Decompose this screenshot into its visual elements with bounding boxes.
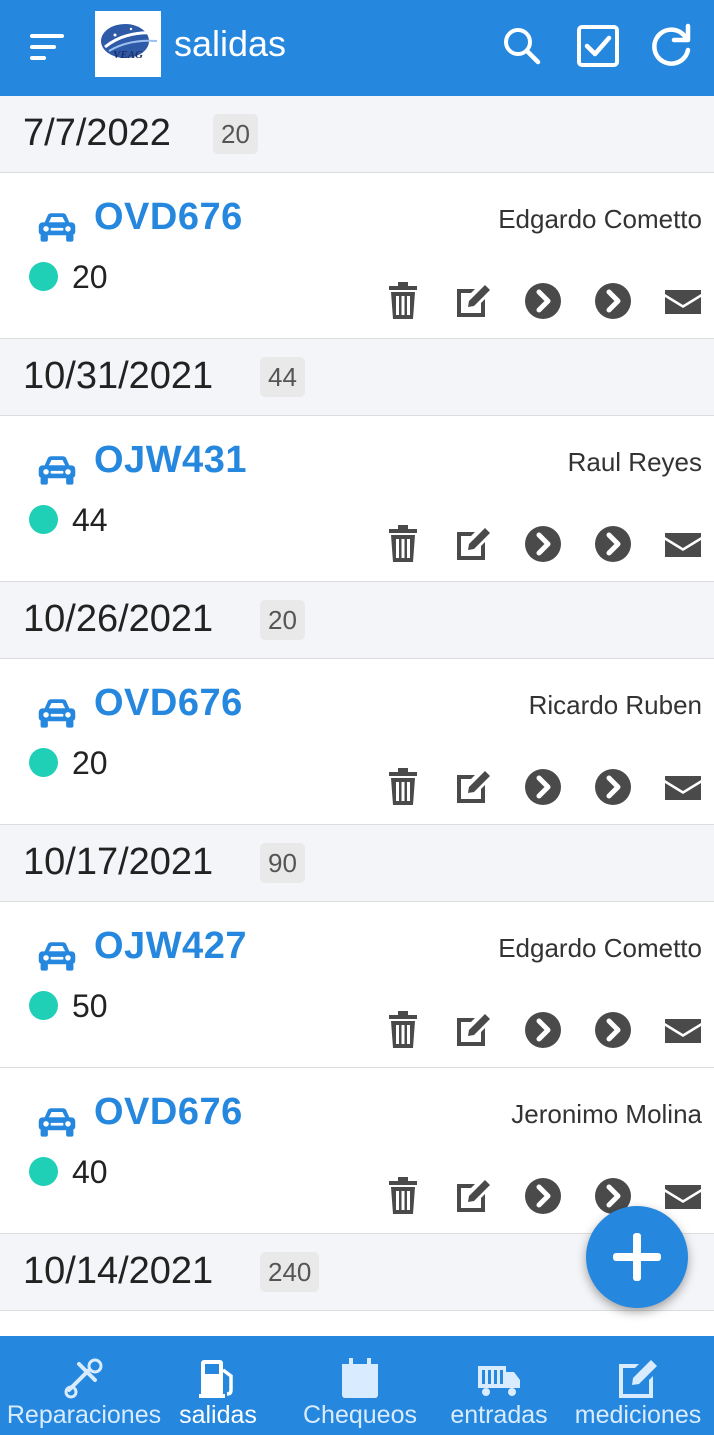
chevron-circle-icon[interactable] bbox=[523, 281, 563, 321]
envelope-icon[interactable] bbox=[663, 281, 703, 321]
vehicle-plate: OVD676 bbox=[94, 682, 243, 724]
bottom-navigation: Reparaciones salidas Chequeos entradas medic… bbox=[0, 1336, 714, 1435]
vehicle-plate: OJW427 bbox=[94, 925, 247, 967]
nav-tab-mediciones[interactable]: mediciones bbox=[562, 1336, 714, 1435]
top-app-bar: VEAG salidas bbox=[0, 0, 714, 96]
chevron-circle-icon[interactable] bbox=[593, 1010, 633, 1050]
status-dot bbox=[29, 1157, 58, 1186]
chevron-circle-icon[interactable] bbox=[523, 1176, 563, 1216]
chevron-circle-icon[interactable] bbox=[523, 1010, 563, 1050]
nav-tab-entradas[interactable]: entradas bbox=[440, 1336, 558, 1435]
date-group-header: 7/7/2022 20 bbox=[0, 96, 714, 173]
nav-tab-label: Reparaciones bbox=[6, 1401, 162, 1429]
quantity-value: 50 bbox=[72, 988, 108, 1024]
chevron-circle-icon[interactable] bbox=[593, 524, 633, 564]
nav-tab-label: salidas bbox=[179, 1401, 257, 1429]
nav-tab-label: Chequeos bbox=[303, 1401, 417, 1429]
plus-icon bbox=[613, 1233, 661, 1281]
group-date: 10/14/2021 bbox=[23, 1250, 214, 1292]
quantity-value: 44 bbox=[72, 502, 108, 538]
trash-icon[interactable] bbox=[383, 767, 423, 807]
chevron-circle-icon[interactable] bbox=[523, 524, 563, 564]
envelope-icon[interactable] bbox=[663, 1010, 703, 1050]
car-icon bbox=[38, 456, 76, 485]
refresh-icon[interactable] bbox=[647, 22, 695, 70]
truck-icon bbox=[478, 1366, 520, 1396]
car-icon bbox=[38, 942, 76, 971]
driver-name: Edgardo Cometto bbox=[498, 204, 702, 234]
trash-icon[interactable] bbox=[383, 1010, 423, 1050]
app-logo: VEAG bbox=[95, 11, 161, 77]
chevron-circle-icon[interactable] bbox=[523, 767, 563, 807]
logo-text: VEAG bbox=[113, 49, 143, 61]
add-button[interactable] bbox=[586, 1206, 688, 1308]
status-dot bbox=[29, 748, 58, 777]
chevron-circle-icon[interactable] bbox=[593, 767, 633, 807]
nav-tab-label: mediciones bbox=[574, 1401, 702, 1429]
trash-icon[interactable] bbox=[383, 1176, 423, 1216]
calendar-icon bbox=[342, 1358, 378, 1398]
quantity-value: 20 bbox=[72, 745, 108, 781]
envelope-icon[interactable] bbox=[663, 767, 703, 807]
list-item[interactable]: OVD676 Edgardo Cometto 20 bbox=[0, 173, 714, 339]
vehicle-plate: OJW431 bbox=[94, 439, 247, 481]
checkbox-icon[interactable] bbox=[574, 22, 622, 70]
group-count-badge: 240 bbox=[260, 1252, 320, 1292]
edit-icon[interactable] bbox=[453, 1176, 493, 1216]
status-dot bbox=[29, 505, 58, 534]
edit-icon[interactable] bbox=[453, 281, 493, 321]
date-group-header: 10/31/2021 44 bbox=[0, 339, 714, 416]
trash-icon[interactable] bbox=[383, 281, 423, 321]
driver-name: Raul Reyes bbox=[567, 447, 702, 477]
quantity-value: 40 bbox=[72, 1154, 108, 1190]
trash-icon[interactable] bbox=[383, 524, 423, 564]
group-date: 10/31/2021 bbox=[23, 355, 214, 397]
date-group-header: 10/26/2021 20 bbox=[0, 582, 714, 659]
driver-name: Edgardo Cometto bbox=[498, 933, 702, 963]
list-item[interactable]: OVD676 Ricardo Ruben 20 bbox=[0, 659, 714, 825]
status-dot bbox=[29, 991, 58, 1020]
group-date: 10/26/2021 bbox=[23, 598, 214, 640]
group-count-badge: 90 bbox=[260, 843, 305, 883]
search-icon[interactable] bbox=[498, 22, 546, 70]
page-title: salidas bbox=[174, 23, 287, 64]
nav-tab-chequeos[interactable]: Chequeos bbox=[290, 1336, 430, 1435]
vehicle-plate: OVD676 bbox=[94, 196, 243, 238]
nav-tab-reparaciones[interactable]: Reparaciones bbox=[0, 1336, 168, 1435]
vehicle-plate: OVD676 bbox=[94, 1091, 243, 1133]
car-icon bbox=[38, 213, 76, 242]
quantity-value: 20 bbox=[72, 259, 108, 295]
edit-icon[interactable] bbox=[453, 767, 493, 807]
group-count-badge: 20 bbox=[213, 114, 258, 154]
status-dot bbox=[29, 262, 58, 291]
driver-name: Jeronimo Molina bbox=[511, 1099, 702, 1129]
date-group-header: 10/17/2021 90 bbox=[0, 825, 714, 902]
envelope-icon[interactable] bbox=[663, 524, 703, 564]
group-count-badge: 44 bbox=[260, 357, 305, 397]
exit-list: 7/7/2022 20 OVD676 Edgardo Cometto 20 10/31/2… bbox=[0, 96, 714, 1311]
edit-icon[interactable] bbox=[453, 1010, 493, 1050]
nav-tab-salidas[interactable]: salidas bbox=[168, 1336, 268, 1435]
group-date: 10/17/2021 bbox=[23, 841, 214, 883]
edit-icon bbox=[619, 1360, 657, 1398]
tools-icon bbox=[64, 1358, 103, 1399]
group-count-badge: 20 bbox=[260, 600, 305, 640]
group-date: 7/7/2022 bbox=[23, 112, 171, 154]
nav-tab-label: entradas bbox=[450, 1401, 548, 1429]
list-item[interactable]: OJW427 Edgardo Cometto 50 bbox=[0, 902, 714, 1068]
edit-icon[interactable] bbox=[453, 524, 493, 564]
driver-name: Ricardo Ruben bbox=[528, 690, 702, 720]
list-item[interactable]: OJW431 Raul Reyes 44 bbox=[0, 416, 714, 582]
fuel-pump-icon bbox=[199, 1360, 233, 1398]
car-icon bbox=[38, 699, 76, 728]
car-icon bbox=[38, 1108, 76, 1137]
sort-menu-icon[interactable] bbox=[26, 28, 68, 68]
chevron-circle-icon[interactable] bbox=[593, 281, 633, 321]
